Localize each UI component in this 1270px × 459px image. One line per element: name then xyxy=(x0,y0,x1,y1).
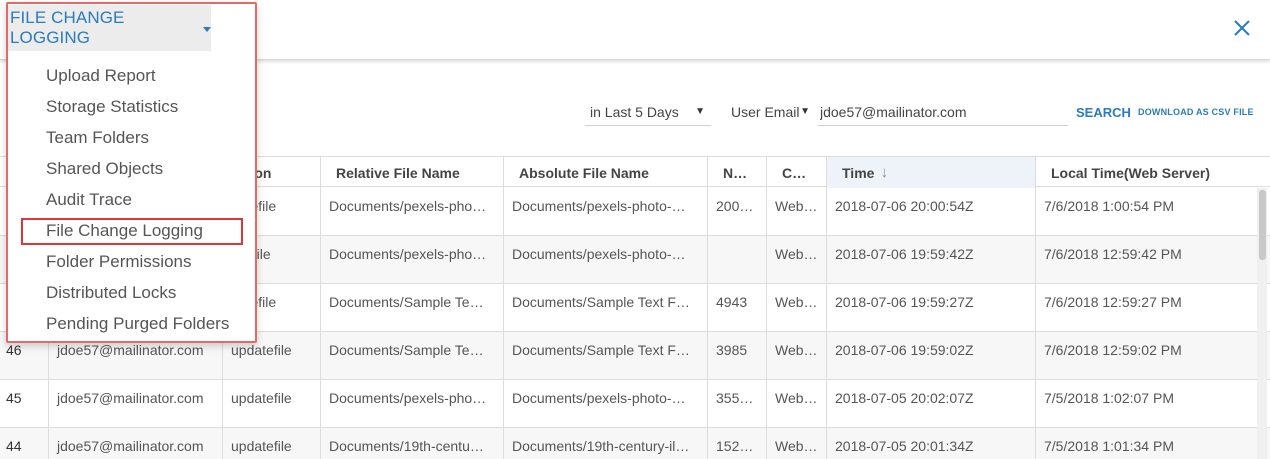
menu-item-shared-objects[interactable]: Shared Objects xyxy=(46,159,163,179)
cell-action: updatefile xyxy=(222,380,320,428)
cell-local-time: 7/5/2018 1:01:34 PM xyxy=(1035,428,1270,459)
cell-time: 2018-07-05 20:02:07Z xyxy=(826,380,1035,428)
triangle-down-icon: ▼ xyxy=(695,106,705,117)
filter-field-select[interactable]: User Email ▼ xyxy=(727,98,813,126)
cell-size: 355… xyxy=(707,380,766,428)
cell-local-time: 7/6/2018 12:59:02 PM xyxy=(1035,332,1270,380)
cell-size: 3985 xyxy=(707,332,766,380)
cell-absolute-file: Documents/Sample Text F… xyxy=(503,284,707,332)
cell-absolute-file: Documents/Sample Text F… xyxy=(503,332,707,380)
cell-relative-file: Documents/pexels-pho… xyxy=(320,188,503,236)
cell-user: jdoe57@mailinator.com xyxy=(48,380,222,428)
column-header-client[interactable]: C… xyxy=(766,157,826,188)
menu-item-team-folders[interactable]: Team Folders xyxy=(46,128,149,148)
date-range-value: in Last 5 Days xyxy=(590,103,679,120)
table-row[interactable]: 45 jdoe57@mailinator.com updatefile Documen… xyxy=(0,380,1270,428)
cell-relative-file: Documents/pexels-pho… xyxy=(320,236,503,284)
menu-item-storage-statistics[interactable]: Storage Statistics xyxy=(46,97,178,117)
column-header-time[interactable]: Time ↓ xyxy=(826,157,1035,188)
filter-value-input[interactable] xyxy=(818,98,1068,126)
column-header-absolute-file-name[interactable]: Absolute File Name xyxy=(503,157,707,188)
menu-item-folder-permissions[interactable]: Folder Permissions xyxy=(46,252,192,272)
menu-item-distributed-locks[interactable]: Distributed Locks xyxy=(46,283,176,303)
column-header-size[interactable]: N… xyxy=(707,157,766,188)
cell-absolute-file: Documents/pexels-photo-… xyxy=(503,236,707,284)
cell-time: 2018-07-06 19:59:02Z xyxy=(826,332,1035,380)
cell-time: 2018-07-05 20:01:34Z xyxy=(826,428,1035,459)
close-icon[interactable] xyxy=(1230,16,1254,40)
cell-client: Web… xyxy=(766,332,826,380)
scrollbar-thumb[interactable] xyxy=(1259,190,1266,260)
cell-time: 2018-07-06 19:59:27Z xyxy=(826,284,1035,332)
cell-client: Web… xyxy=(766,284,826,332)
arrow-down-icon: ↓ xyxy=(880,164,888,181)
search-button[interactable]: SEARCH xyxy=(1076,105,1131,120)
menu-item-pending-purged-folders[interactable]: Pending Purged Folders xyxy=(46,314,229,334)
cell-absolute-file: Documents/pexels-photo-… xyxy=(503,188,707,236)
cell-local-time: 7/6/2018 12:59:42 PM xyxy=(1035,236,1270,284)
cell-id: 45 xyxy=(6,390,22,406)
cell-client: Web… xyxy=(766,428,826,459)
cell-size: 152… xyxy=(707,428,766,459)
cell-action: updatefile xyxy=(222,428,320,459)
cell-relative-file: Documents/pexels-pho… xyxy=(320,380,503,428)
download-csv-button[interactable]: DOWNLOAD AS CSV FILE xyxy=(1138,107,1254,117)
cell-time: 2018-07-06 19:59:42Z xyxy=(826,236,1035,284)
cell-relative-file: Documents/Sample Te… xyxy=(320,284,503,332)
cell-user: jdoe57@mailinator.com xyxy=(48,428,222,459)
cell-relative-file: Documents/19th-centu… xyxy=(320,428,503,459)
cell-absolute-file: Documents/19th-century-il… xyxy=(503,428,707,459)
column-header-local-time[interactable]: Local Time(Web Server) xyxy=(1035,157,1270,188)
cell-local-time: 7/6/2018 1:00:54 PM xyxy=(1035,188,1270,236)
cell-size: 200… xyxy=(707,188,766,236)
cell-local-time: 7/5/2018 1:02:07 PM xyxy=(1035,380,1270,428)
date-range-select[interactable]: in Last 5 Days ▼ xyxy=(585,98,711,126)
filter-field-value: User Email xyxy=(731,104,800,120)
triangle-down-icon: ▼ xyxy=(800,106,810,117)
cell-size xyxy=(707,236,766,284)
menu-item-audit-trace[interactable]: Audit Trace xyxy=(46,190,132,210)
cell-absolute-file: Documents/pexels-photo-… xyxy=(503,380,707,428)
cell-local-time: 7/6/2018 12:59:27 PM xyxy=(1035,284,1270,332)
table-row[interactable]: 44 jdoe57@mailinator.com updatefile Documen… xyxy=(0,428,1270,459)
cell-client: Web… xyxy=(766,236,826,284)
menu-item-highlight xyxy=(21,218,243,245)
cell-size: 4943 xyxy=(707,284,766,332)
cell-client: Web… xyxy=(766,380,826,428)
menu-item-upload-report[interactable]: Upload Report xyxy=(46,66,156,86)
cell-client: Web… xyxy=(766,188,826,236)
cell-relative-file: Documents/Sample Te… xyxy=(320,332,503,380)
column-header-relative-file-name[interactable]: Relative File Name xyxy=(320,157,503,188)
cell-id: 44 xyxy=(6,438,22,454)
cell-time: 2018-07-06 20:00:54Z xyxy=(826,188,1035,236)
